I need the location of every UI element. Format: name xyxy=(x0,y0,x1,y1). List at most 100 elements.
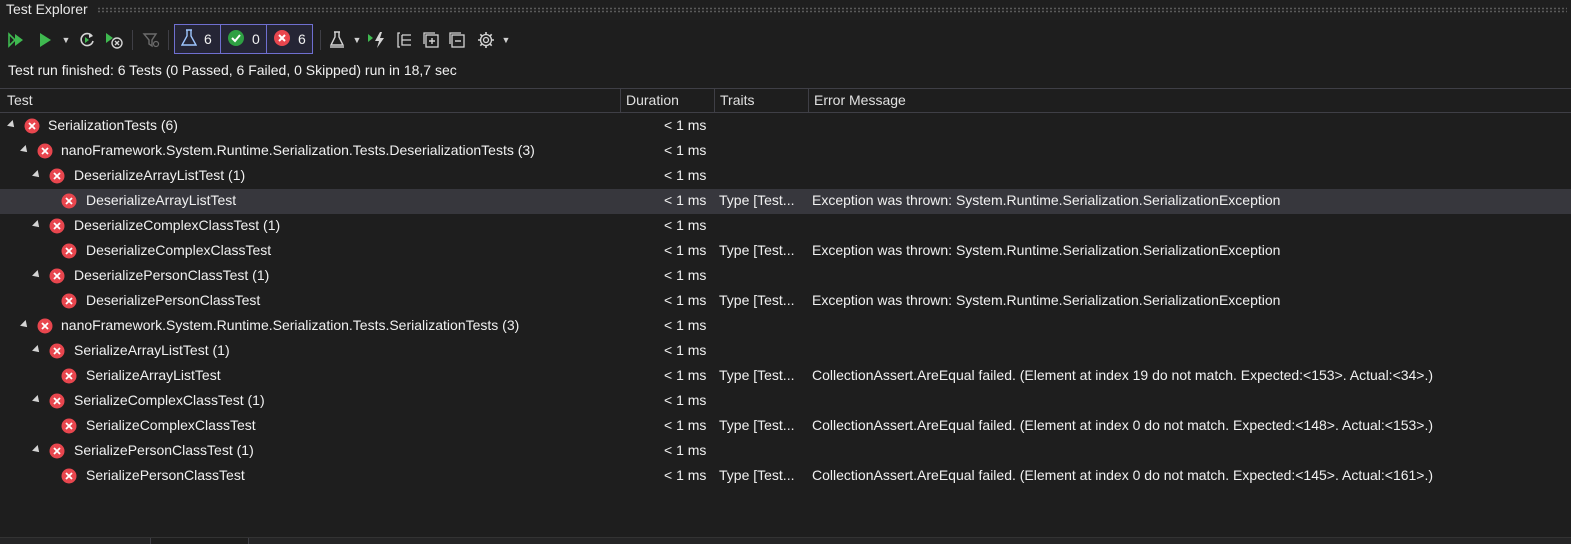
test-name: SerializePersonClassTest (1) xyxy=(74,442,254,458)
hierarchy-icon xyxy=(396,31,414,49)
tree-row-test[interactable]: SerializeArrayListTest < 1 ms Type [Test… xyxy=(0,364,1571,389)
tree-row-test[interactable]: SerializeComplexClassTest < 1 ms Type [T… xyxy=(0,414,1571,439)
test-name: DeserializeArrayListTest (1) xyxy=(74,167,246,183)
run-dropdown-caret[interactable]: ▼ xyxy=(60,24,72,56)
column-traits[interactable]: Traits xyxy=(715,89,808,112)
tree-row-group[interactable]: SerializeComplexClassTest (1) < 1 ms xyxy=(0,389,1571,414)
failed-x-icon xyxy=(49,218,65,234)
passed-check-icon xyxy=(227,29,245,50)
collapse-arrow-icon[interactable] xyxy=(32,220,42,230)
failed-x-icon xyxy=(61,293,77,309)
test-counters: 6 0 6 xyxy=(174,24,313,54)
collapse-arrow-icon[interactable] xyxy=(20,145,30,155)
failed-x-icon xyxy=(49,443,65,459)
tree-row-test[interactable]: SerializePersonClassTest < 1 ms Type [Te… xyxy=(0,464,1571,489)
settings-dropdown-caret[interactable]: ▼ xyxy=(500,24,512,56)
test-name: SerializeComplexClassTest xyxy=(86,417,256,433)
tree-row-group[interactable]: SerializeArrayListTest (1) < 1 ms xyxy=(0,339,1571,364)
failed-x-icon xyxy=(61,193,77,209)
collapse-arrow-icon[interactable] xyxy=(32,270,42,280)
failed-x-icon xyxy=(61,418,77,434)
tree-row-group[interactable]: DeserializeArrayListTest (1) < 1 ms xyxy=(0,164,1571,189)
failed-x-icon xyxy=(61,468,77,484)
test-error-message: CollectionAssert.AreEqual failed. (Eleme… xyxy=(812,417,1434,433)
failed-tests-counter[interactable]: 6 xyxy=(267,25,313,53)
tree-row-group[interactable]: SerializePersonClassTest (1) < 1 ms xyxy=(0,439,1571,464)
playlist-dropdown-caret[interactable]: ▼ xyxy=(351,24,363,56)
test-error-message: Exception was thrown: System.Runtime.Ser… xyxy=(812,192,1281,208)
failed-x-icon xyxy=(37,143,53,159)
test-duration: < 1 ms xyxy=(664,392,707,408)
test-traits: Type [Test... xyxy=(719,242,795,258)
test-name: DeserializeArrayListTest xyxy=(86,192,237,208)
test-name: DeserializeComplexClassTest xyxy=(86,242,272,258)
run-button[interactable] xyxy=(34,24,56,56)
failed-x-icon xyxy=(37,318,53,334)
lightning-run-icon xyxy=(367,31,387,49)
tree-row-project[interactable]: SerializationTests (6) < 1 ms xyxy=(0,114,1571,139)
repeat-last-run-button[interactable] xyxy=(76,24,98,56)
tree-row-test[interactable]: DeserializePersonClassTest < 1 ms Type [… xyxy=(0,289,1571,314)
filter-icon xyxy=(142,31,160,49)
tree-row-test[interactable]: DeserializeComplexClassTest < 1 ms Type … xyxy=(0,239,1571,264)
chevron-down-icon: ▼ xyxy=(61,35,71,45)
test-duration: < 1 ms xyxy=(664,342,707,358)
window-title: Test Explorer xyxy=(6,1,88,17)
total-count: 6 xyxy=(204,31,212,47)
flask-icon xyxy=(180,28,198,50)
drag-grip[interactable] xyxy=(97,7,1567,13)
test-duration: < 1 ms xyxy=(664,117,707,133)
total-tests-counter[interactable]: 6 xyxy=(175,25,221,53)
test-duration: < 1 ms xyxy=(664,217,707,233)
run-failed-icon xyxy=(104,31,124,49)
test-duration: < 1 ms xyxy=(664,192,707,208)
collapse-arrow-icon[interactable] xyxy=(32,170,42,180)
collapse-arrow-icon[interactable] xyxy=(7,120,17,130)
failed-x-icon xyxy=(61,243,77,259)
test-name: DeserializePersonClassTest (1) xyxy=(74,267,270,283)
test-name: nanoFramework.System.Runtime.Serializati… xyxy=(61,142,535,158)
collapse-arrow-icon[interactable] xyxy=(32,445,42,455)
tree-row-group[interactable]: DeserializeComplexClassTest (1) < 1 ms xyxy=(0,214,1571,239)
group-by-button[interactable] xyxy=(394,24,416,56)
tree-row-class[interactable]: nanoFramework.System.Runtime.Serializati… xyxy=(0,139,1571,164)
column-test[interactable]: Test xyxy=(2,89,620,112)
test-name: DeserializePersonClassTest xyxy=(86,292,261,308)
failed-x-icon xyxy=(24,118,40,134)
test-name: DeserializeComplexClassTest (1) xyxy=(74,217,281,233)
filter-button[interactable] xyxy=(140,24,162,56)
passed-tests-counter[interactable]: 0 xyxy=(221,25,267,53)
tree-row-test[interactable]: DeserializeArrayListTest < 1 ms Type [Te… xyxy=(0,189,1571,214)
failed-x-icon xyxy=(273,29,291,50)
collapse-all-button[interactable] xyxy=(446,24,468,56)
test-name: SerializationTests (6) xyxy=(48,117,178,133)
failed-x-icon xyxy=(61,368,77,384)
test-duration: < 1 ms xyxy=(664,142,707,158)
test-name: SerializeArrayListTest (1) xyxy=(74,342,230,358)
test-error-message: CollectionAssert.AreEqual failed. (Eleme… xyxy=(812,467,1434,483)
column-header: Test Duration Traits Error Message xyxy=(0,88,1571,113)
collapse-arrow-icon[interactable] xyxy=(32,395,42,405)
test-duration: < 1 ms xyxy=(664,442,707,458)
column-error-message[interactable]: Error Message xyxy=(809,89,1509,112)
collapse-arrow-icon[interactable] xyxy=(32,345,42,355)
play-icon xyxy=(38,32,52,48)
bottom-tab[interactable] xyxy=(150,538,249,544)
repeat-run-icon xyxy=(78,31,96,49)
run-failed-tests-button[interactable] xyxy=(102,24,126,56)
column-duration[interactable]: Duration xyxy=(621,89,714,112)
expand-all-icon xyxy=(422,31,440,49)
settings-button[interactable] xyxy=(475,24,497,56)
expand-all-button[interactable] xyxy=(420,24,442,56)
tree-row-group[interactable]: DeserializePersonClassTest (1) < 1 ms xyxy=(0,264,1571,289)
test-name: SerializePersonClassTest xyxy=(86,467,245,483)
run-all-tests-button[interactable] xyxy=(6,24,28,56)
tree-row-class[interactable]: nanoFramework.System.Runtime.Serializati… xyxy=(0,314,1571,339)
failed-x-icon xyxy=(49,168,65,184)
chevron-down-icon: ▼ xyxy=(352,35,362,45)
test-traits: Type [Test... xyxy=(719,367,795,383)
playlist-button[interactable] xyxy=(326,24,348,56)
failed-count: 6 xyxy=(298,31,306,47)
collapse-arrow-icon[interactable] xyxy=(20,320,30,330)
run-tests-after-build-button[interactable] xyxy=(366,24,388,56)
